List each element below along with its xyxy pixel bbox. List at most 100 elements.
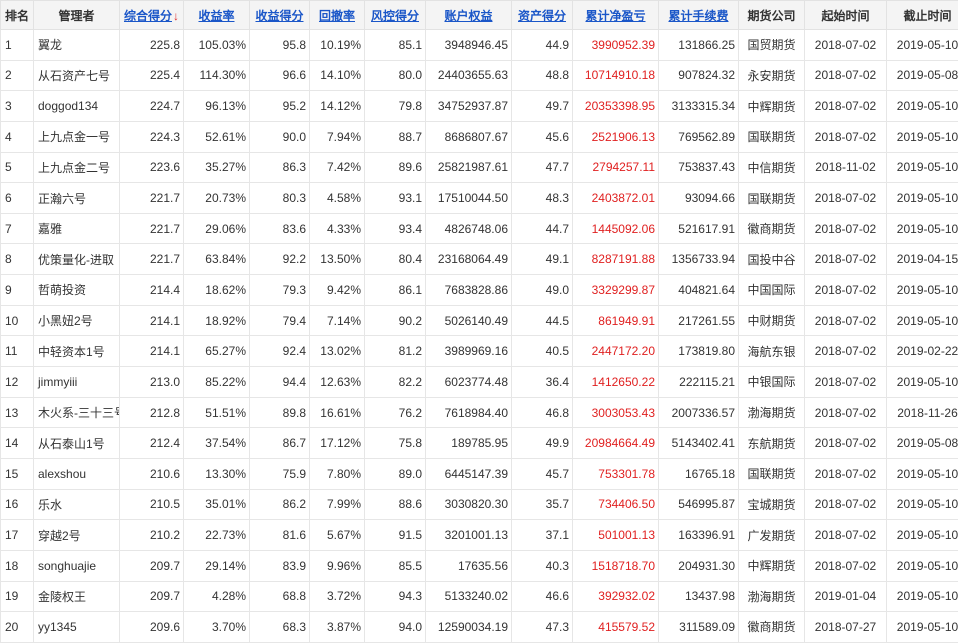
cell-drawdown: 14.12% — [309, 90, 365, 122]
table-row: 8 优策量化-进取 221.7 63.84% 92.2 13.50% 80.4 … — [0, 243, 958, 276]
cell-rank: 16 — [0, 488, 34, 521]
cell-drawdown: 3.72% — [309, 580, 365, 613]
cell-net-profit: 20353398.95 — [572, 90, 659, 122]
sort-fees[interactable]: 累计手续费 — [658, 0, 739, 30]
cell-yield: 37.54% — [183, 427, 250, 459]
cell-equity: 5133240.02 — [425, 580, 512, 613]
cell-start-date: 2018-07-02 — [804, 274, 887, 306]
cell-risk-score: 90.2 — [364, 304, 426, 337]
header-start-date: 起始时间 — [804, 0, 887, 30]
cell-start-date: 2018-07-02 — [804, 366, 887, 398]
sort-asset-score[interactable]: 资产得分 — [511, 0, 573, 30]
cell-asset-score: 47.7 — [511, 151, 573, 184]
sort-net-profit[interactable]: 累计净盈亏 — [572, 0, 659, 30]
sort-yield[interactable]: 收益率 — [183, 0, 250, 30]
cell-start-date: 2018-07-02 — [804, 120, 887, 153]
cell-net-profit: 753301.78 — [572, 457, 659, 490]
cell-futures-company: 国联期货 — [738, 457, 805, 490]
sort-yield-score-label[interactable]: 收益得分 — [255, 9, 303, 23]
cell-yield: 4.28% — [183, 580, 250, 613]
cell-net-profit: 2447172.20 — [572, 335, 659, 368]
table-row: 7 嘉雅 221.7 29.06% 83.6 4.33% 93.4 482674… — [0, 212, 958, 245]
cell-manager: 嘉雅 — [33, 212, 120, 245]
cell-end-date: 2019-05-08 — [886, 427, 958, 459]
cell-futures-company: 中信期货 — [738, 151, 805, 184]
cell-end-date: 2019-02-22 — [886, 335, 958, 368]
cell-start-date: 2018-07-02 — [804, 212, 887, 245]
cell-drawdown: 4.33% — [309, 212, 365, 245]
cell-end-date: 2019-05-10 — [886, 29, 958, 61]
cell-risk-score: 86.1 — [364, 274, 426, 306]
cell-fees: 1356733.94 — [658, 243, 739, 276]
cell-asset-score: 47.3 — [511, 611, 573, 643]
cell-drawdown: 7.94% — [309, 120, 365, 153]
cell-manager: 从石泰山1号 — [33, 427, 120, 459]
cell-manager: 哲萌投资 — [33, 274, 120, 306]
table-header: 排名 管理者 综合得分↓ 收益率 收益得分 回撤率 风控得分 账户权益 资产得分… — [0, 0, 958, 30]
cell-yield: 105.03% — [183, 29, 250, 61]
sort-equity[interactable]: 账户权益 — [425, 0, 512, 30]
cell-fees: 93094.66 — [658, 182, 739, 214]
cell-equity: 6445147.39 — [425, 457, 512, 490]
cell-equity: 23168064.49 — [425, 243, 512, 276]
cell-fees: 163396.91 — [658, 519, 739, 551]
cell-rank: 15 — [0, 457, 34, 490]
cell-futures-company: 中辉期货 — [738, 90, 805, 122]
cell-composite-score: 213.0 — [119, 366, 184, 398]
ranking-table: 排名 管理者 综合得分↓ 收益率 收益得分 回撤率 风控得分 账户权益 资产得分… — [0, 0, 958, 643]
cell-start-date: 2018-07-02 — [804, 90, 887, 122]
cell-futures-company: 国贸期货 — [738, 29, 805, 61]
table-body: 1 翼龙 225.8 105.03% 95.8 10.19% 85.1 3948… — [0, 29, 958, 643]
cell-rank: 1 — [0, 29, 34, 61]
sort-fees-label[interactable]: 累计手续费 — [668, 9, 728, 23]
cell-end-date: 2019-05-10 — [886, 212, 958, 245]
cell-risk-score: 89.6 — [364, 151, 426, 184]
sort-composite-score[interactable]: 综合得分↓ — [119, 0, 184, 30]
cell-fees: 3133315.34 — [658, 90, 739, 122]
sort-risk-score-label[interactable]: 风控得分 — [371, 9, 419, 23]
sort-risk-score[interactable]: 风控得分 — [364, 0, 426, 30]
cell-yield-score: 79.3 — [249, 274, 310, 306]
cell-yield: 96.13% — [183, 90, 250, 122]
cell-net-profit: 3990952.39 — [572, 29, 659, 61]
cell-risk-score: 81.2 — [364, 335, 426, 368]
cell-yield: 18.92% — [183, 304, 250, 337]
table-row: 13 木火系-三十三号 212.8 51.51% 89.8 16.61% 76.… — [0, 396, 958, 429]
sort-asset-score-label[interactable]: 资产得分 — [518, 9, 566, 23]
cell-start-date: 2018-07-02 — [804, 182, 887, 214]
sort-equity-label[interactable]: 账户权益 — [444, 9, 492, 23]
cell-composite-score: 209.6 — [119, 611, 184, 643]
cell-fees: 13437.98 — [658, 580, 739, 613]
cell-end-date: 2019-05-10 — [886, 90, 958, 122]
cell-risk-score: 93.4 — [364, 212, 426, 245]
cell-start-date: 2018-07-02 — [804, 304, 887, 337]
sort-composite-score-label[interactable]: 综合得分 — [124, 9, 172, 23]
cell-futures-company: 国投中谷 — [738, 243, 805, 276]
cell-fees: 753837.43 — [658, 151, 739, 184]
table-row: 9 哲萌投资 214.4 18.62% 79.3 9.42% 86.1 7683… — [0, 274, 958, 306]
cell-asset-score: 49.7 — [511, 90, 573, 122]
cell-yield: 52.61% — [183, 120, 250, 153]
cell-drawdown: 4.58% — [309, 182, 365, 214]
sort-drawdown-label[interactable]: 回撤率 — [319, 9, 355, 23]
cell-start-date: 2018-07-02 — [804, 59, 887, 92]
cell-fees: 131866.25 — [658, 29, 739, 61]
sort-drawdown[interactable]: 回撤率 — [309, 0, 365, 30]
cell-fees: 222115.21 — [658, 366, 739, 398]
cell-drawdown: 12.63% — [309, 366, 365, 398]
sort-net-profit-label[interactable]: 累计净盈亏 — [585, 9, 645, 23]
cell-fees: 521617.91 — [658, 212, 739, 245]
table-row: 17 穿越2号 210.2 22.73% 81.6 5.67% 91.5 320… — [0, 519, 958, 551]
cell-asset-score: 37.1 — [511, 519, 573, 551]
sort-yield-score[interactable]: 收益得分 — [249, 0, 310, 30]
sort-desc-icon: ↓ — [173, 8, 179, 23]
sort-yield-label[interactable]: 收益率 — [198, 9, 234, 23]
cell-yield-score: 68.3 — [249, 611, 310, 643]
cell-composite-score: 214.1 — [119, 335, 184, 368]
cell-rank: 17 — [0, 519, 34, 551]
cell-manager: 上九点金一号 — [33, 120, 120, 153]
cell-rank: 14 — [0, 427, 34, 459]
table-row: 15 alexshou 210.6 13.30% 75.9 7.80% 89.0… — [0, 457, 958, 490]
cell-end-date: 2019-05-10 — [886, 580, 958, 613]
cell-yield: 29.06% — [183, 212, 250, 245]
